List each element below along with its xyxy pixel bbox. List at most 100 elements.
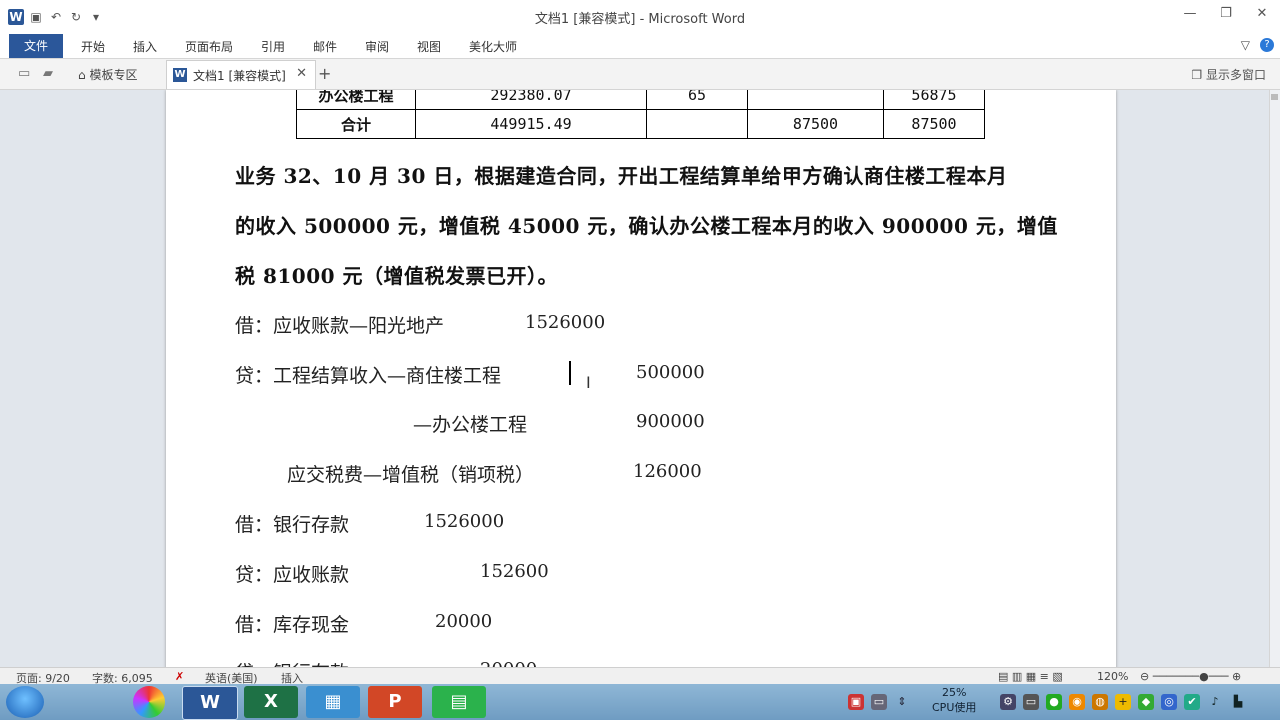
cpu-percent: 25% — [941, 686, 967, 699]
plus-tray-icon[interactable]: + — [1115, 694, 1131, 710]
open-folder-icon[interactable]: ▰ — [43, 66, 53, 81]
entry-amount: 126000 — [633, 461, 702, 482]
entry-label: 贷：工程结算收入—商住楼工程 — [235, 365, 502, 387]
notification-area: ⚙ ▭ ● ◉ ◍ + ◆ ◎ ✔ ♪ ▙ — [1000, 684, 1246, 720]
table-cell: 合计 — [296, 109, 416, 139]
table-row: 合计 449915.49 87500 87500 — [296, 109, 985, 139]
monitor-tray-icon[interactable]: ▭ — [1023, 694, 1039, 710]
paragraph-line: 税 81000 元（增值税发票已开）。 — [235, 264, 559, 288]
data-table: 办公楼工程 292380.07 65 87500 56875 合计 449915… — [296, 90, 985, 139]
tab-home[interactable]: 开始 — [81, 38, 105, 55]
entry-label: 借：银行存款 — [235, 514, 350, 536]
close-icon[interactable]: ✕ — [1244, 6, 1280, 21]
template-zone-label: 模板专区 — [89, 68, 138, 82]
system-tray: ▣ ▭ ⇕ — [848, 684, 910, 720]
template-zone[interactable]: ⌂ 模板专区 — [78, 66, 137, 83]
entry-amount: 900000 — [636, 411, 705, 432]
vertical-scrollbar[interactable] — [1269, 90, 1280, 667]
security-tray-icon[interactable]: ✔ — [1184, 694, 1200, 710]
app-tray-icon[interactable]: ◉ — [1069, 694, 1085, 710]
status-bar: 页面: 9/20 字数: 6,095 ✗ 英语(美国) 插入 ▤ ▥ ▦ ≡ ▧… — [0, 667, 1280, 685]
tab-view[interactable]: 视图 — [417, 38, 441, 55]
tab-beautify[interactable]: 美化大师 — [469, 38, 517, 55]
chat-tray-icon[interactable]: ● — [1046, 694, 1062, 710]
multi-window-label: 显示多窗口 — [1205, 68, 1266, 82]
multi-window-button[interactable]: ❐ 显示多窗口 — [1191, 66, 1266, 83]
network-tray-icon[interactable]: ◎ — [1161, 694, 1177, 710]
table-cell — [646, 109, 748, 139]
start-button[interactable] — [6, 686, 44, 718]
entry-amount: 20000 — [435, 611, 493, 632]
table-cell: 449915.49 — [415, 109, 647, 139]
proofing-icon[interactable]: ✗ — [175, 670, 184, 683]
document-workspace: 办公楼工程 292380.07 65 87500 56875 合计 449915… — [0, 90, 1270, 667]
restore-icon[interactable]: ❐ — [1208, 6, 1244, 21]
entry-label: 借：库存现金 — [235, 614, 350, 636]
table-cell: 292380.07 — [415, 90, 647, 110]
tab-mailings[interactable]: 邮件 — [313, 38, 337, 55]
powerpoint-taskbar-icon[interactable]: P — [368, 686, 422, 718]
word-taskbar-icon[interactable]: W — [182, 686, 238, 720]
entry-label: 贷：应收账款 — [235, 564, 350, 586]
tab-file[interactable]: 文件 — [9, 34, 63, 58]
archive-app-icon[interactable]: ▦ — [306, 686, 360, 718]
doc-tab-label: 文档1 [兼容模式] — [193, 69, 286, 83]
table-cell: 87500 — [747, 90, 884, 110]
paragraph-line: 的收入 500000 元，增值税 45000 元，确认办公楼工程本月的收入 90… — [235, 214, 1058, 238]
text-cursor — [569, 361, 571, 385]
app-tray-icon-2[interactable]: ◍ — [1092, 694, 1108, 710]
table-cell: 65 — [646, 90, 748, 110]
ribbon-tabs: 文件 开始 插入 页面布局 引用 邮件 审阅 视图 美化大师 ▽ ? — [0, 34, 1280, 59]
tab-insert[interactable]: 插入 — [133, 38, 157, 55]
document-tab-bar: ▭ ▰ ⌂ 模板专区 W 文档1 [兼容模式] ✕ + ❐ 显示多窗口 — [0, 59, 1280, 90]
scrollbar-thumb[interactable] — [1271, 94, 1278, 100]
shield-icon[interactable]: ◆ — [1138, 694, 1154, 710]
doc-tab[interactable]: W 文档1 [兼容模式] ✕ — [166, 60, 316, 89]
table-cell: 56875 — [883, 90, 985, 110]
excel-taskbar-icon[interactable]: X — [244, 686, 298, 718]
entry-amount: 152600 — [480, 561, 549, 582]
entry-label: 借：应收账款—阳光地产 — [235, 315, 445, 337]
volume-icon[interactable]: ♪ — [1207, 694, 1223, 710]
collapse-ribbon-icon[interactable]: ▽ — [1241, 38, 1250, 52]
table-cell-text: 87500 — [748, 90, 883, 91]
entry-label: —办公楼工程 — [413, 414, 528, 436]
i-beam-cursor-icon: I — [586, 373, 591, 392]
browser-app-icon[interactable] — [133, 686, 165, 718]
table-cell: 87500 — [883, 109, 985, 139]
paragraph-line: 业务 32、10 月 30 日，根据建造合同，开出工程结算单给甲方确认商住楼工程… — [235, 164, 1008, 188]
taskbar: W X ▦ P ▤ ▣ ▭ ⇕ 25% CPU使用 ⚙ ▭ ● ◉ ◍ + ◆ … — [0, 684, 1280, 720]
new-tab-icon[interactable]: + — [318, 64, 331, 83]
entry-label: 贷：银行存款 — [235, 658, 349, 667]
window-title: 文档1 [兼容模式] - Microsoft Word — [534, 12, 746, 27]
zoom-slider[interactable]: ⊖ ───────●─── ⊕ — [1140, 670, 1241, 683]
entry-amount: 1526000 — [424, 511, 505, 532]
table-row: 办公楼工程 292380.07 65 87500 56875 — [296, 90, 985, 110]
new-doc-icon[interactable]: ▭ — [18, 66, 30, 81]
title-bar: W ▣ ↶ ↻ ▾ 文档1 [兼容模式] - Microsoft Word — … — [0, 0, 1280, 34]
keyboard-icon[interactable]: ▭ — [871, 694, 887, 710]
cpu-meter[interactable]: 25% CPU使用 — [932, 685, 976, 715]
table-cell: 87500 — [747, 109, 884, 139]
tab-page-layout[interactable]: 页面布局 — [185, 38, 233, 55]
tray-expand-icon[interactable]: ⇕ — [894, 694, 910, 710]
tab-review[interactable]: 审阅 — [365, 38, 389, 55]
close-tab-icon[interactable]: ✕ — [296, 66, 307, 81]
entry-label: 应交税费—增值税（销项税） — [287, 464, 535, 486]
table-cell: 办公楼工程 — [296, 90, 416, 110]
cpu-label: CPU使用 — [932, 701, 977, 714]
notes-app-icon[interactable]: ▤ — [432, 686, 486, 718]
entry-amount: 20000 — [480, 659, 537, 667]
language-bar-icon[interactable]: ▙ — [1230, 694, 1246, 710]
document-page[interactable]: 办公楼工程 292380.07 65 87500 56875 合计 449915… — [166, 90, 1116, 667]
view-buttons[interactable]: ▤ ▥ ▦ ≡ ▧ — [998, 670, 1063, 683]
word-doc-icon: W — [173, 68, 187, 82]
tray-app-icon[interactable]: ▣ — [848, 694, 864, 710]
zoom-level[interactable]: 120% — [1097, 670, 1128, 683]
entry-amount: 500000 — [636, 362, 705, 383]
help-icon[interactable]: ? — [1260, 38, 1274, 52]
minimize-icon[interactable]: — — [1172, 6, 1208, 21]
entry-amount: 1526000 — [525, 312, 606, 333]
gear-tray-icon[interactable]: ⚙ — [1000, 694, 1016, 710]
tab-references[interactable]: 引用 — [261, 38, 285, 55]
